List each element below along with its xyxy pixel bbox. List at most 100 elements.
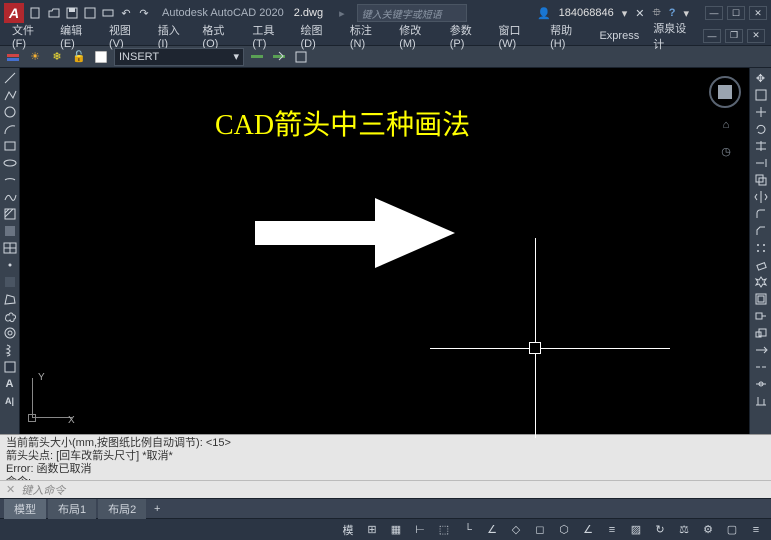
status-lweight-icon[interactable]: ≡ <box>603 521 621 539</box>
circle-tool[interactable] <box>1 104 19 120</box>
layer-freeze-icon[interactable]: ❄ <box>48 48 66 66</box>
command-input[interactable]: ✕ 键入命令 <box>0 480 771 498</box>
status-3dosnap-icon[interactable]: ⬡ <box>555 521 573 539</box>
polyline-tool[interactable] <box>1 87 19 103</box>
hatch-tool[interactable] <box>1 206 19 222</box>
stretch-tool[interactable] <box>752 308 770 324</box>
donut-tool[interactable] <box>1 325 19 341</box>
canvas-heading: CAD箭头中三种画法 <box>215 103 470 143</box>
extend-tool[interactable] <box>752 155 770 171</box>
chamfer-tool[interactable] <box>752 223 770 239</box>
viewcube[interactable] <box>709 76 741 108</box>
menu-help[interactable]: 帮助(H) <box>544 20 591 52</box>
menu-parametric[interactable]: 参数(P) <box>444 20 491 52</box>
close-button[interactable]: ✕ <box>749 6 767 20</box>
layer-lock-icon[interactable]: 🔓 <box>70 48 88 66</box>
status-osnap-icon[interactable]: ◻ <box>531 521 549 539</box>
menu-yuanquan[interactable]: 源泉设计 <box>647 18 701 54</box>
nav-wheel-icon[interactable]: ◷ <box>717 142 735 160</box>
explode-tool[interactable] <box>752 274 770 290</box>
status-ortho-icon[interactable]: └ <box>459 521 477 539</box>
mirror-tool[interactable] <box>752 189 770 205</box>
layer-color-icon[interactable] <box>92 48 110 66</box>
pan-tool[interactable]: ✥ <box>752 70 770 86</box>
wipeout-tool[interactable] <box>1 359 19 375</box>
layer-combo[interactable]: INSERT ▾ <box>114 48 244 66</box>
add-layout-icon[interactable]: + <box>148 500 166 518</box>
layout-tabs: 模型 布局1 布局2 + <box>0 498 771 518</box>
menu-modify[interactable]: 修改(M) <box>393 20 442 52</box>
user-name[interactable]: 184068846 <box>559 7 614 19</box>
fillet-tool[interactable] <box>752 206 770 222</box>
offset-tool[interactable] <box>752 291 770 307</box>
ellipse-tool[interactable] <box>1 155 19 171</box>
signin-icon[interactable]: 👤 <box>537 7 551 20</box>
move-tool[interactable] <box>752 104 770 120</box>
minimize-button[interactable]: — <box>705 6 723 20</box>
status-polar-icon[interactable]: ∠ <box>483 521 501 539</box>
layer-match-icon[interactable] <box>248 48 266 66</box>
nav-home-icon[interactable]: ⌂ <box>717 116 735 134</box>
exchange-icon[interactable]: ✕ <box>635 7 644 20</box>
point-tool[interactable] <box>1 257 19 273</box>
break-tool[interactable] <box>752 359 770 375</box>
table-tool[interactable] <box>1 240 19 256</box>
drawing-canvas[interactable]: CAD箭头中三种画法 Y X ⌂ ◷ <box>20 68 749 434</box>
status-grid-icon[interactable]: ⊞ <box>363 521 381 539</box>
copy-tool[interactable] <box>752 172 770 188</box>
erase-tool[interactable] <box>752 257 770 273</box>
join-tool[interactable] <box>752 376 770 392</box>
close-cmdline-icon[interactable]: ✕ <box>6 483 15 496</box>
doc-minimize-button[interactable]: — <box>703 29 721 43</box>
status-otrack-icon[interactable]: ∠ <box>579 521 597 539</box>
rect-tool[interactable] <box>1 138 19 154</box>
boundary-tool[interactable] <box>1 291 19 307</box>
status-workspace-icon[interactable]: ⚙ <box>699 521 717 539</box>
ellipse-arc-tool[interactable] <box>1 172 19 188</box>
status-dynamic-icon[interactable]: ⬚ <box>435 521 453 539</box>
mtext-tool[interactable]: A| <box>1 393 19 409</box>
status-transp-icon[interactable]: ▨ <box>627 521 645 539</box>
scale-tool[interactable] <box>752 325 770 341</box>
array-tool[interactable] <box>752 240 770 256</box>
status-snap-icon[interactable]: ▦ <box>387 521 405 539</box>
layer-prev-icon[interactable] <box>270 48 288 66</box>
menu-express[interactable]: Express <box>593 28 645 44</box>
chevron-down-icon: ▾ <box>233 50 239 63</box>
tab-model[interactable]: 模型 <box>4 499 46 519</box>
layer-on-icon[interactable]: ☀ <box>26 48 44 66</box>
maximize-button[interactable]: ☐ <box>727 6 745 20</box>
arc-tool[interactable] <box>1 121 19 137</box>
revcloud-tool[interactable] <box>1 308 19 324</box>
helix-tool[interactable] <box>1 342 19 358</box>
status-cycling-icon[interactable]: ↻ <box>651 521 669 539</box>
zoomext-tool[interactable] <box>752 87 770 103</box>
lengthen-tool[interactable] <box>752 342 770 358</box>
layer-state-icon[interactable] <box>292 48 310 66</box>
status-clean-icon[interactable]: ▢ <box>723 521 741 539</box>
user-dropdown-icon[interactable]: ▾ <box>622 7 628 20</box>
menu-dimension[interactable]: 标注(N) <box>344 20 391 52</box>
trim-tool[interactable] <box>752 138 770 154</box>
status-model-icon[interactable]: 模 <box>339 521 357 539</box>
doc-restore-button[interactable]: ❐ <box>725 29 743 43</box>
text-tool[interactable]: A <box>1 376 19 392</box>
tab-layout2[interactable]: 布局2 <box>98 499 146 519</box>
status-iso-icon[interactable]: ◇ <box>507 521 525 539</box>
rotate-tool[interactable] <box>752 121 770 137</box>
cmd-line: Error: 函数已取消 <box>6 463 765 476</box>
tab-layout1[interactable]: 布局1 <box>48 499 96 519</box>
status-infer-icon[interactable]: ⊢ <box>411 521 429 539</box>
gradient-tool[interactable] <box>1 274 19 290</box>
align-tool[interactable] <box>752 393 770 409</box>
doc-close-button[interactable]: ✕ <box>747 29 765 43</box>
spline-tool[interactable] <box>1 189 19 205</box>
status-bar: 模 ⊞ ▦ ⊢ ⬚ └ ∠ ◇ ◻ ⬡ ∠ ≡ ▨ ↻ ⚖ ⚙ ▢ ≡ <box>0 518 771 540</box>
layer-properties-icon[interactable] <box>4 48 22 66</box>
status-annot-icon[interactable]: ⚖ <box>675 521 693 539</box>
line-tool[interactable] <box>1 70 19 86</box>
menu-window[interactable]: 窗口(W) <box>492 20 542 52</box>
nav-bar: ⌂ ◷ <box>717 116 735 160</box>
region-tool[interactable] <box>1 223 19 239</box>
status-custom-icon[interactable]: ≡ <box>747 521 765 539</box>
